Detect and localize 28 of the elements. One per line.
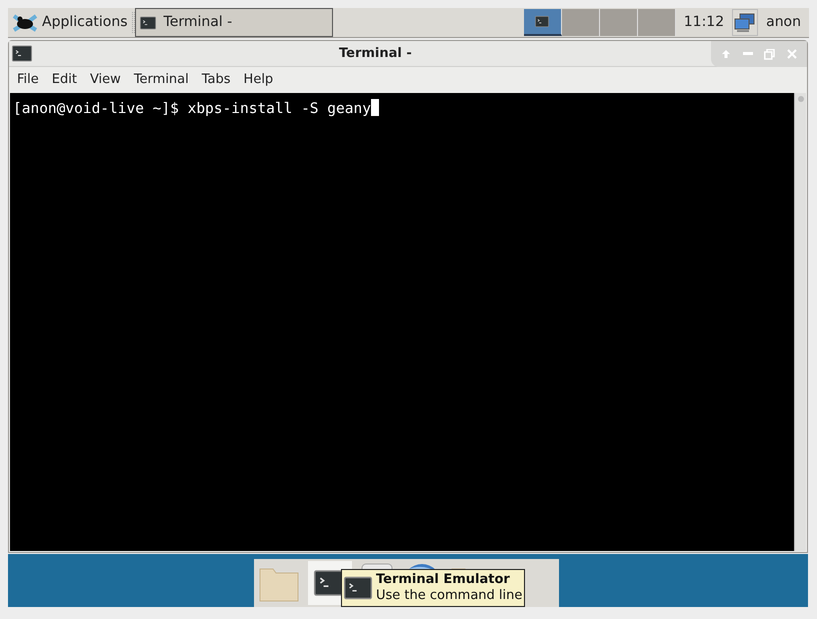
minimize-icon[interactable] [742, 52, 753, 56]
window-title: Terminal - [339, 44, 412, 63]
taskbar-button[interactable]: Terminal - [134, 8, 333, 37]
cursor [370, 99, 379, 116]
tooltip-title: Terminal Emulator [376, 572, 511, 588]
applications-menu-button[interactable]: Applications [8, 8, 132, 37]
terminal-icon [12, 45, 32, 62]
mouse-icon [12, 12, 38, 34]
clock: 11:12 [682, 13, 726, 32]
menu-item[interactable]: View [84, 70, 127, 90]
terminal-icon [344, 575, 372, 601]
menu-item[interactable]: Help [238, 70, 280, 90]
network-icon [734, 12, 756, 32]
terminal-icon [535, 16, 550, 27]
menu-item[interactable]: Terminal [128, 70, 195, 90]
arrow-up-icon[interactable] [720, 49, 731, 59]
command-line: [anon@void-live ~]$ xbps-install -S geany [13, 101, 371, 117]
network-button[interactable] [732, 9, 758, 36]
scrollbar[interactable] [794, 93, 806, 551]
workspace-button[interactable] [524, 9, 562, 36]
user-name: anon [765, 13, 802, 32]
terminal-icon [140, 16, 156, 30]
menu-item[interactable]: Tabs [196, 70, 237, 90]
maximize-icon[interactable] [764, 48, 776, 60]
menu-item[interactable]: Edit [46, 70, 83, 90]
menu-item[interactable]: File [11, 70, 45, 90]
close-icon[interactable] [787, 49, 798, 59]
tooltip-subtitle: Use the command line [376, 588, 522, 604]
